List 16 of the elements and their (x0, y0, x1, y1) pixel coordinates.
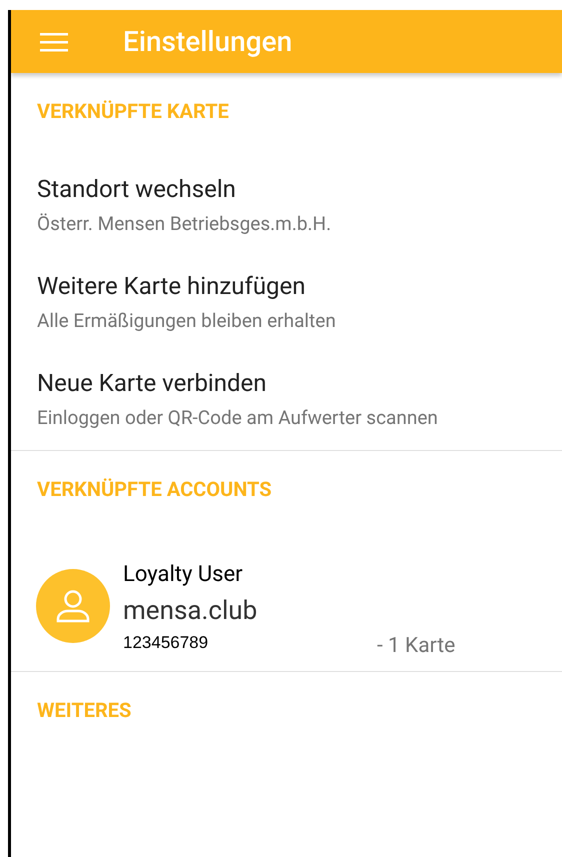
setting-subtitle: Einloggen oder QR-Code am Aufwerter scannen (37, 405, 439, 431)
section-header: WEITERES (36, 697, 132, 724)
setting-subtitle: Österr. Mensen Betriebsges.m.b.H. (37, 211, 332, 237)
card-count: - 1 Karte (377, 633, 456, 659)
account-number: 123456789 (123, 632, 210, 654)
section-header: VERKNÜPFTE KARTE (36, 98, 230, 125)
setting-title[interactable]: Weitere Karte hinzufügen (37, 270, 536, 302)
setting-title[interactable]: Standort wechseln (37, 173, 536, 205)
setting-title[interactable]: Neue Karte verbinden (37, 367, 536, 399)
menu-icon[interactable] (40, 32, 68, 52)
user-icon (55, 588, 91, 624)
account-provider: mensa.club (123, 595, 258, 628)
setting-subtitle: Alle Ermäßigungen bleiben erhalten (37, 308, 337, 334)
account-name: Loyalty User (123, 561, 244, 589)
section-header: VERKNÜPFTE ACCOUNTS (36, 476, 273, 503)
app-title: Einstellungen (123, 24, 292, 60)
